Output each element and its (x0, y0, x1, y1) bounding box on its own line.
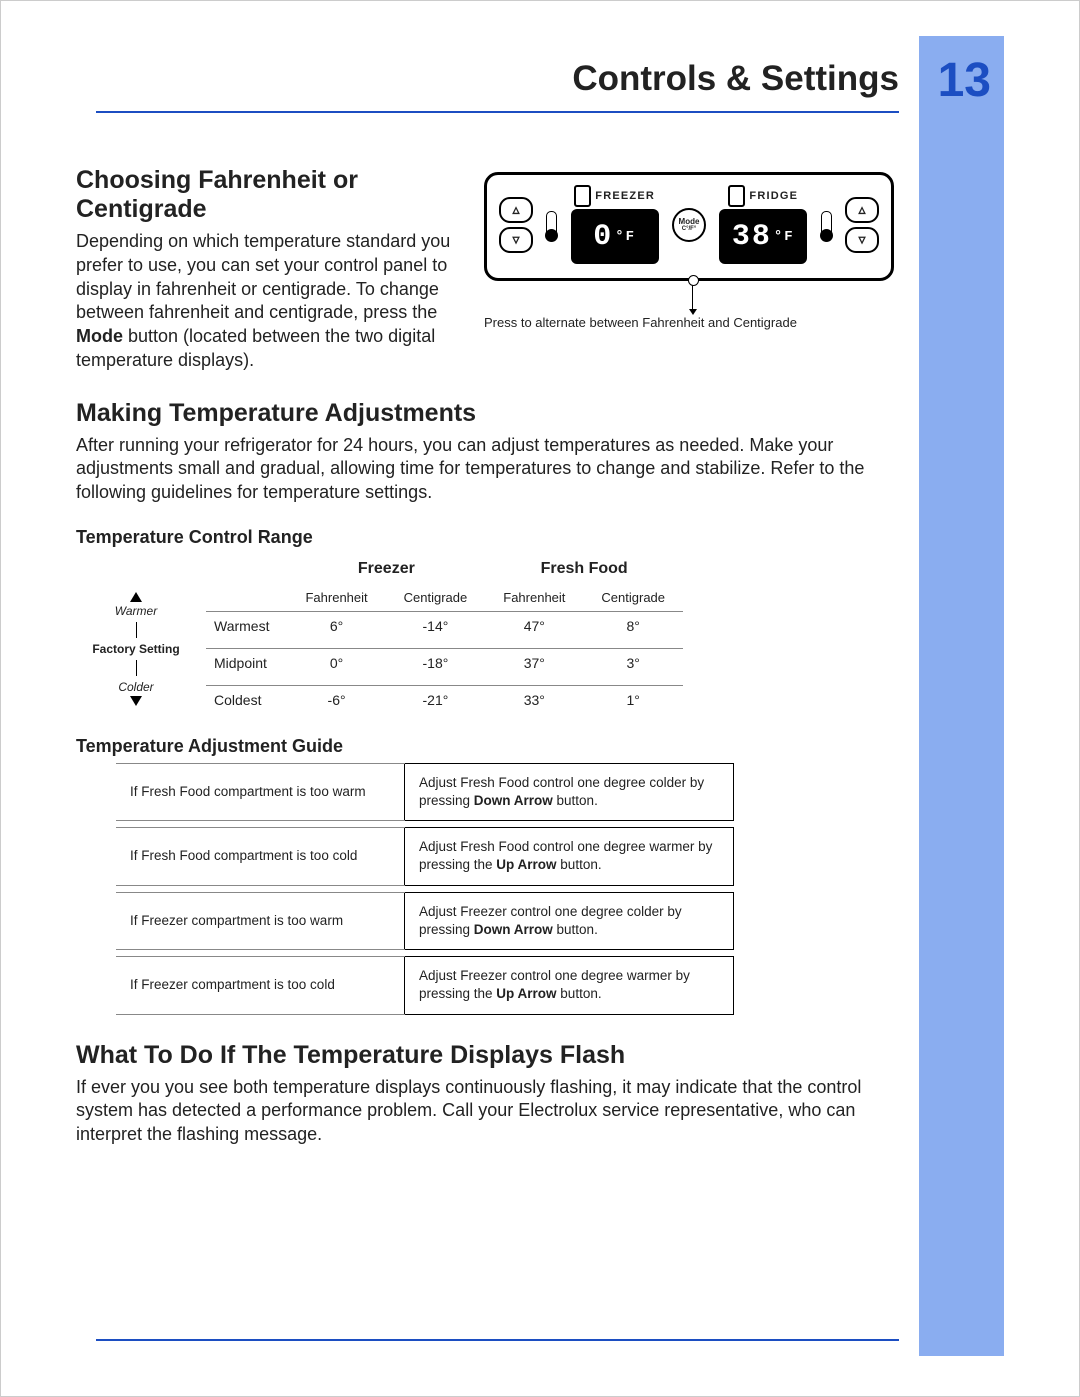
range-axis: Warmer Factory Setting Colder (76, 554, 196, 714)
range-header-rc: Centigrade (583, 584, 683, 612)
guide-action-bold: Down Arrow (474, 922, 553, 937)
manual-page: Controls & Settings 13 ▵ ▿ FREEZER 0°F (0, 0, 1080, 1397)
freezer-up-button[interactable]: ▵ (499, 197, 533, 223)
range-header-ff: Fahrenheit (287, 584, 385, 612)
range-row: Midpoint 0° -18° 37° 3° (206, 648, 683, 677)
range-cell: -14° (386, 611, 486, 640)
guide-action-b: button. (553, 793, 598, 808)
fridge-temp-value: 38 (732, 220, 772, 254)
section-body-flash: If ever you you see both temperature dis… (76, 1076, 894, 1147)
fc-body-b: button (located between the two digital … (76, 326, 435, 370)
page-title-block: Controls & Settings (572, 59, 899, 99)
range-group-freshfood: Fresh Food (485, 554, 683, 584)
control-panel-illustration: ▵ ▿ FREEZER 0°F Mode C°/F° (484, 172, 894, 281)
guide-condition: If Freezer compartment is too cold (116, 957, 405, 1014)
arrow-up-icon (130, 592, 142, 602)
guide-condition: If Fresh Food compartment is too warm (116, 763, 405, 820)
range-cell: 47° (485, 611, 583, 640)
guide-title: Temperature Adjustment Guide (76, 736, 894, 757)
guide-row: If Freezer compartment is too warm Adjus… (116, 892, 734, 949)
range-group-freezer: Freezer (287, 554, 485, 584)
fridge-display: 38°F (719, 209, 807, 264)
guide-row: If Freezer compartment is too cold Adjus… (116, 957, 734, 1014)
freezer-temp-unit: °F (615, 229, 636, 245)
fridge-down-button[interactable]: ▿ (845, 227, 879, 253)
range-title: Temperature Control Range (76, 527, 894, 548)
guide-condition: If Fresh Food compartment is too cold (116, 828, 405, 885)
fridge-label-row: FRIDGE (728, 185, 798, 207)
guide-action-bold: Down Arrow (474, 793, 553, 808)
range-axis-line (136, 622, 137, 638)
guide-action: Adjust Freezer control one degree warmer… (405, 957, 734, 1014)
range-cell: 6° (287, 611, 385, 640)
mode-word: Mode (76, 326, 123, 346)
freezer-display: 0°F (571, 209, 659, 264)
range-table: Freezer Fresh Food Fahrenheit Centigrade… (206, 554, 683, 714)
thermometer-icon (821, 211, 832, 239)
guide-row: If Fresh Food compartment is too warm Ad… (116, 763, 734, 820)
range-axis-line (136, 660, 137, 676)
range-cell: 3° (583, 648, 683, 677)
header-rule (96, 111, 899, 113)
guide-action: Adjust Fresh Food control one degree col… (405, 763, 734, 820)
mode-label-bottom: C°/F° (682, 226, 696, 232)
guide-action-bold: Up Arrow (496, 986, 556, 1001)
freezer-temp-value: 0 (593, 220, 613, 254)
freezer-label: FREEZER (595, 190, 655, 202)
guide-action: Adjust Freezer control one degree colder… (405, 892, 734, 949)
page-side-stripe (919, 36, 1004, 1356)
guide-action-b: button. (557, 986, 602, 1001)
guide-action-b: button. (557, 857, 602, 872)
guide-action: Adjust Fresh Food control one degree war… (405, 828, 734, 885)
panel-caption: Press to alternate between Fahrenheit an… (484, 315, 894, 332)
guide-action-b: button. (553, 922, 598, 937)
guide-condition: If Freezer compartment is too warm (116, 892, 405, 949)
thermometer-icon (546, 211, 557, 239)
control-panel-figure: ▵ ▿ FREEZER 0°F Mode C°/F° (484, 172, 894, 332)
guide-table: If Fresh Food compartment is too warm Ad… (116, 763, 734, 1015)
range-cell: 33° (485, 685, 583, 714)
range-cell: 8° (583, 611, 683, 640)
fridge-door-icon (728, 185, 745, 207)
freezer-label-row: FREEZER (574, 185, 655, 207)
range-cell: 0° (287, 648, 385, 677)
range-colder-label: Colder (118, 680, 153, 694)
guide-row: If Fresh Food compartment is too cold Ad… (116, 828, 734, 885)
range-row-label: Midpoint (206, 648, 287, 677)
guide-action-bold: Up Arrow (496, 857, 556, 872)
range-header-rf: Fahrenheit (485, 584, 583, 612)
range-table-wrap: Warmer Factory Setting Colder Freezer Fr… (76, 554, 894, 714)
range-header-fc: Centigrade (386, 584, 486, 612)
section-heading-adjust: Making Temperature Adjustments (76, 399, 894, 428)
fridge-temp-unit: °F (774, 229, 795, 245)
arrow-down-icon (130, 696, 142, 706)
range-row-label: Coldest (206, 685, 287, 714)
section-heading-flash: What To Do If The Temperature Displays F… (76, 1041, 894, 1070)
section-body-adjust: After running your refrigerator for 24 h… (76, 434, 894, 505)
range-row: Coldest -6° -21° 33° 1° (206, 685, 683, 714)
range-row-label: Warmest (206, 611, 287, 640)
fc-body-a: Depending on which temperature standard … (76, 231, 450, 322)
mode-button[interactable]: Mode C°/F° (672, 208, 706, 242)
freezer-door-icon (574, 185, 591, 207)
page-title: Controls & Settings (572, 59, 899, 98)
range-cell: 1° (583, 685, 683, 714)
range-cell: -21° (386, 685, 486, 714)
mode-label-top: Mode (679, 218, 700, 226)
range-cell: -18° (386, 648, 486, 677)
footer-rule (96, 1339, 899, 1341)
range-warmer-label: Warmer (115, 604, 157, 618)
fridge-up-button[interactable]: ▵ (845, 197, 879, 223)
freezer-down-button[interactable]: ▿ (499, 227, 533, 253)
range-row: Warmest 6° -14° 47° 8° (206, 611, 683, 640)
fridge-label: FRIDGE (749, 190, 798, 202)
range-cell: 37° (485, 648, 583, 677)
page-number: 13 (938, 53, 991, 108)
range-factory-label: Factory Setting (92, 642, 179, 656)
range-cell: -6° (287, 685, 385, 714)
